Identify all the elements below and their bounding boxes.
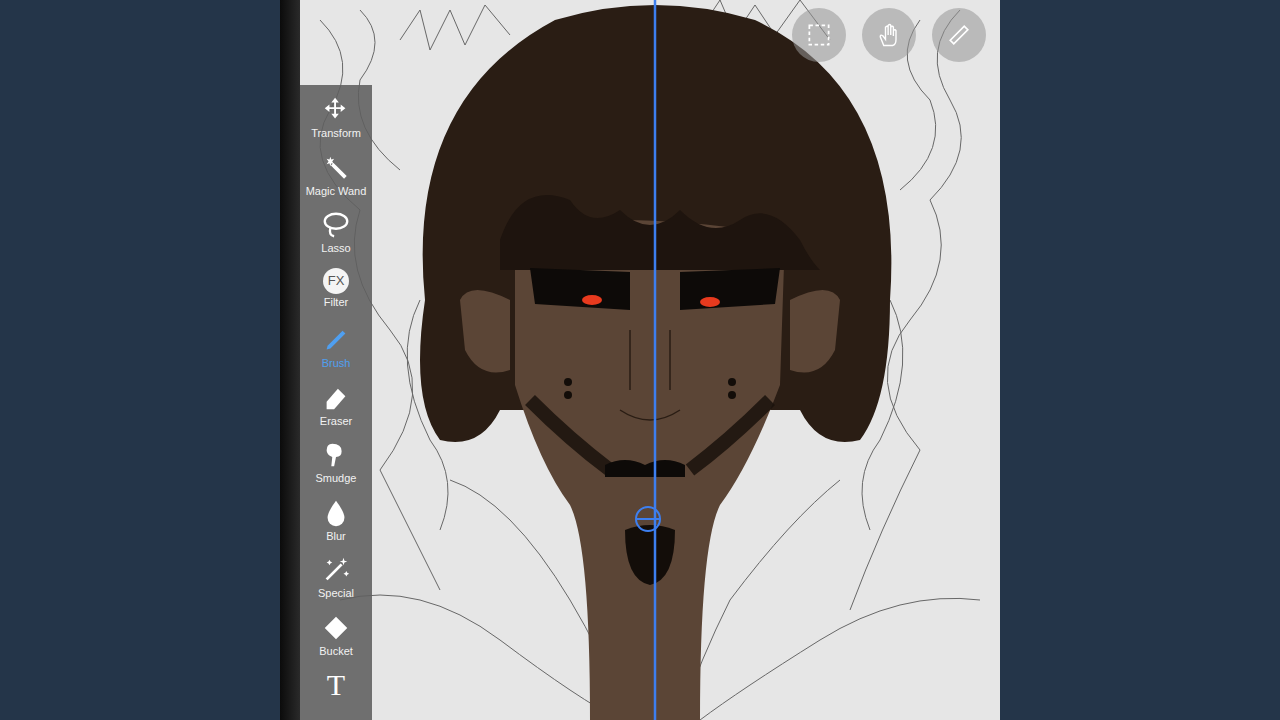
tool-label: Bucket	[319, 645, 353, 658]
filter-icon: FX	[323, 268, 349, 294]
tool-button[interactable]: Transform	[300, 87, 372, 145]
eraser-icon	[321, 383, 351, 413]
bucket-icon	[321, 613, 351, 643]
text-icon: T	[321, 670, 351, 700]
toolbar: Transform Magic Wand Lasso FX Filter Brush Era…	[300, 85, 372, 720]
tool-label: Blur	[326, 530, 346, 543]
tool-label: Special	[318, 587, 354, 600]
tool-button[interactable]: T	[300, 662, 372, 720]
ruler-icon	[945, 21, 973, 49]
brush-icon	[321, 325, 351, 355]
tool-button[interactable]: Special	[300, 547, 372, 605]
top-buttons	[792, 8, 986, 62]
tool-label: Smudge	[316, 472, 357, 485]
lasso-icon	[321, 210, 351, 240]
tool-button[interactable]: FX Filter	[300, 260, 372, 318]
transform-icon	[321, 95, 351, 125]
selection-icon	[805, 21, 833, 49]
tool-label: Magic Wand	[306, 185, 367, 198]
tool-button[interactable]: Smudge	[300, 432, 372, 490]
smudge-icon	[321, 440, 351, 470]
tool-button[interactable]: Brush	[300, 317, 372, 375]
tool-button[interactable]: Lasso	[300, 202, 372, 260]
tool-label: Eraser	[320, 415, 352, 428]
blur-icon	[321, 498, 351, 528]
face-drawing[interactable]	[300, 0, 1000, 720]
tool-label: Filter	[324, 296, 348, 309]
tool-label: Lasso	[321, 242, 350, 255]
tool-button[interactable]: Magic Wand	[300, 145, 372, 203]
tool-button[interactable]: Eraser	[300, 375, 372, 433]
tool-button[interactable]: Blur	[300, 490, 372, 548]
special-icon	[321, 555, 351, 585]
tool-label: Transform	[311, 127, 361, 140]
selection-button[interactable]	[792, 8, 846, 62]
tool-label: Brush	[322, 357, 351, 370]
tool-button[interactable]: Bucket	[300, 605, 372, 663]
magic-wand-icon	[321, 153, 351, 183]
hand-button[interactable]	[862, 8, 916, 62]
ruler-button[interactable]	[932, 8, 986, 62]
hand-icon	[875, 21, 903, 49]
tablet-bezel	[280, 0, 300, 720]
canvas-area[interactable]: Transform Magic Wand Lasso FX Filter Brush Era…	[300, 0, 1000, 720]
